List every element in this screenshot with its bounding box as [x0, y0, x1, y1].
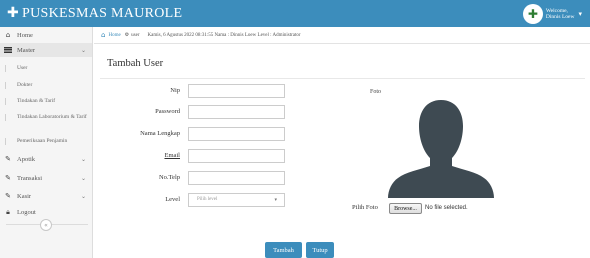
chevron-down-icon: ⌄ [80, 155, 86, 163]
nama-lengkap-label: Nama Lengkap [140, 130, 180, 137]
avatar: ✚ [522, 3, 543, 24]
password-field[interactable] [188, 105, 285, 119]
sidebar-subitem-label: User [17, 65, 28, 71]
nama-lengkap-field[interactable] [188, 127, 285, 141]
logo-cross-icon: ✚ [527, 6, 538, 21]
sidebar-item-label: Kasir [17, 192, 32, 200]
sidebar-item-transaksi[interactable]: ✎ Transaksi ⌄ [0, 171, 92, 185]
chevron-down-icon: ▾ [274, 197, 277, 203]
foto-label: Foto [370, 89, 382, 95]
sidebar-item-label: Home [17, 31, 33, 39]
tutup-button[interactable]: Tutup [306, 242, 334, 258]
sidebar-item-label: Master [17, 46, 36, 54]
sidebar-subitem-label: Dokter [17, 82, 33, 88]
file-status-text: No file selected. [425, 205, 468, 211]
email-label: Email [164, 152, 180, 159]
app-title: PUSKESMAS MAUROLE [22, 6, 183, 21]
sidebar-subitem-pemeriksaan-penjamin[interactable]: Pemeriksaan Penjamin [5, 138, 97, 145]
chevron-down-icon: ⌄ [80, 46, 86, 54]
email-field[interactable] [188, 149, 285, 163]
no-telp-label: No.Telp [158, 174, 180, 181]
sidebar-item-apotik[interactable]: ✎ Apotik ⌄ [0, 152, 92, 166]
breadcrumb-home-link[interactable]: Home [108, 33, 120, 38]
browse-button[interactable]: Browse... [389, 203, 422, 214]
lock-icon: 🔒︎ [6, 207, 10, 216]
sidebar-subitem-tindakan-tarif[interactable]: Tindakan & Tarif [5, 98, 97, 105]
no-telp-field[interactable] [188, 171, 285, 185]
user-silhouette-image [388, 100, 494, 198]
top-navbar: ✚ PUSKESMAS MAUROLE ✚ Welcome, Dinnis Loe… [0, 0, 590, 27]
sidebar-subitem-label: Tindakan Laboratorium & Tarif [17, 114, 87, 120]
sidebar-subitem-dokter[interactable]: Dokter [5, 82, 97, 89]
sidebar-item-master[interactable]: Master ⌄ [0, 43, 92, 57]
edit-icon: ✎ [5, 192, 11, 200]
home-icon: ⌂ [101, 31, 106, 39]
chevron-down-icon: ⌄ [80, 174, 86, 182]
app-brand[interactable]: ✚ PUSKESMAS MAUROLE [7, 5, 182, 22]
caret-down-icon[interactable]: ▾ [578, 10, 582, 18]
edit-icon: ✎ [5, 174, 11, 182]
sidebar-item-label: Transaksi [17, 174, 43, 182]
menu-icon [4, 46, 12, 54]
edit-icon: ✎ [5, 155, 11, 163]
home-icon: ⌂ [5, 31, 11, 39]
sidebar-subitem-user[interactable]: User [5, 65, 97, 72]
tambah-button[interactable]: Tambah [265, 242, 302, 258]
level-select[interactable]: Pilih level ▾ [188, 193, 285, 207]
gear-icon: ⚙ [124, 32, 130, 38]
welcome-line-2: Dinnis Loew [545, 13, 575, 20]
sidebar-item-logout[interactable]: 🔒︎ Logout [0, 206, 92, 218]
nip-field[interactable] [188, 84, 285, 98]
sidebar-item-label: Logout [17, 208, 36, 216]
sidebar-subitem-label: Pemeriksaan Penjamin [17, 138, 68, 144]
level-label: Level [165, 196, 180, 203]
nip-label: Nip [170, 87, 180, 94]
sidebar: ⌂ Home Master ⌄ User Dokter Tindakan & T… [0, 27, 93, 258]
pilih-foto-label: Pilih Foto [352, 204, 378, 211]
page-title: Tambah User [107, 58, 164, 69]
breadcrumb: ⌂ Home ⚙ user Kamis, 6 Agustus 2022 08:3… [94, 27, 590, 44]
sidebar-subitem-tindakan-lab-tarif[interactable]: Tindakan Laboratorium & Tarif [5, 114, 89, 121]
password-label: Password [155, 108, 180, 115]
medical-cross-icon: ✚ [7, 5, 20, 21]
chevron-down-icon: ⌄ [80, 192, 86, 200]
sidebar-subitem-label: Tindakan & Tarif [17, 98, 56, 104]
sidebar-item-home[interactable]: ⌂ Home [0, 28, 92, 42]
breadcrumb-current: user [131, 32, 140, 38]
sidebar-item-label: Apotik [17, 155, 36, 163]
level-select-value: Pilih level [197, 197, 218, 202]
user-menu[interactable]: ✚ Welcome, Dinnis Loew ▾ [522, 3, 582, 24]
form-panel [100, 78, 585, 258]
sidebar-item-kasir[interactable]: ✎ Kasir ⌄ [0, 189, 92, 203]
welcome-text: Welcome, Dinnis Loew [546, 8, 575, 20]
session-info: Kamis, 6 Agustus 2022 08:31:55 Nama : Di… [147, 32, 301, 38]
sidebar-collapse-button[interactable]: « [40, 219, 52, 231]
